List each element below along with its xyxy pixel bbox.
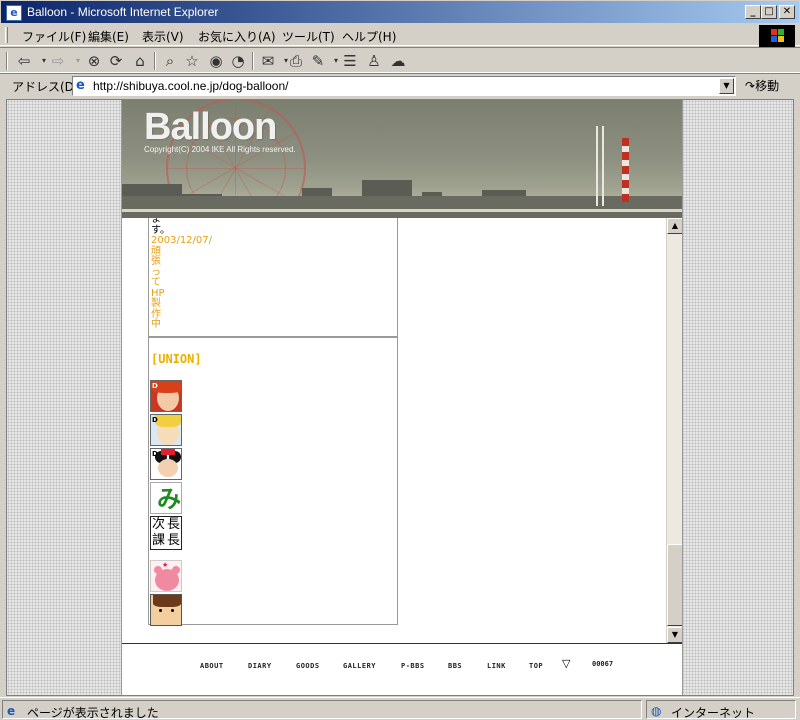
nav-top[interactable]: TOP bbox=[529, 662, 543, 670]
maximize-button[interactable]: □ bbox=[761, 5, 777, 19]
header-banner: Balloon Copyright(C) 2004 IKE All Rights… bbox=[122, 100, 682, 218]
scroll-up-icon[interactable]: ▲ bbox=[667, 218, 682, 234]
union-banner-6[interactable]: ★ bbox=[150, 560, 182, 592]
site-logo[interactable]: Balloon bbox=[144, 106, 277, 149]
edit-icon[interactable]: ✎ bbox=[308, 51, 328, 71]
scroll-thumb[interactable] bbox=[667, 544, 682, 626]
media-icon[interactable]: ◉ bbox=[206, 51, 226, 71]
sidebar-column: ま す。 2003/12/07/ 頑 張 っ て HP 製 作 中 [UNION… bbox=[148, 218, 398, 626]
menu-help[interactable]: ヘルプ(H) bbox=[342, 28, 396, 45]
address-bar: アドレス(D) e http://shibuya.cool.ne.jp/dog-… bbox=[0, 73, 800, 97]
history-icon[interactable]: ◔ bbox=[228, 51, 248, 71]
mail-icon[interactable]: ✉ bbox=[258, 51, 278, 71]
internet-zone-icon: ◍ bbox=[651, 704, 662, 718]
banner-text: 長 bbox=[167, 517, 181, 532]
page-done-icon: e bbox=[7, 704, 16, 718]
home-icon[interactable]: ⌂ bbox=[130, 51, 150, 71]
research-icon[interactable]: ☁ bbox=[388, 51, 408, 71]
union-banner-1[interactable]: D bbox=[150, 380, 182, 412]
status-pane-zone: ◍ インターネット bbox=[646, 700, 796, 720]
menu-view[interactable]: 表示(V) bbox=[142, 28, 184, 45]
back-icon[interactable]: ⇦ bbox=[14, 51, 34, 71]
zone-text: インターネット bbox=[671, 706, 756, 720]
address-input[interactable]: e http://shibuya.cool.ne.jp/dog-balloon/… bbox=[72, 76, 736, 96]
window-title-bar[interactable]: e Balloon - Microsoft Internet Explorer … bbox=[0, 0, 800, 24]
discuss-icon[interactable]: ☰ bbox=[340, 51, 360, 71]
page-icon: e bbox=[76, 78, 85, 93]
standard-toolbar: ⇦ ▾ ⇨ ▾ ⊗ ⟳ ⌂ ⌕ ☆ ◉ ◔ ✉ ▾ ⎙ ✎ ▾ ☰ ♙ ☁ bbox=[0, 47, 800, 73]
windows-logo-icon bbox=[759, 25, 795, 47]
stop-icon[interactable]: ⊗ bbox=[84, 51, 104, 71]
news-text-line: 作 bbox=[151, 308, 161, 320]
go-button[interactable]: ↷移動 bbox=[745, 77, 779, 94]
banner-text: 次 bbox=[152, 517, 166, 532]
menu-edit[interactable]: 編集(E) bbox=[88, 28, 129, 45]
union-box: [UNION] D D D み 次 長 課 長 ★ bbox=[148, 337, 398, 626]
nav-gallery[interactable]: GALLERY bbox=[343, 662, 376, 670]
status-bar: e ページが表示されました ◍ インターネット bbox=[0, 697, 800, 720]
news-text-line: 製 bbox=[151, 298, 161, 309]
ie-app-icon[interactable]: e bbox=[6, 5, 22, 21]
menu-favorites[interactable]: お気に入り(A) bbox=[198, 28, 276, 45]
banner-text: 課 bbox=[152, 533, 166, 548]
frame-scrollbar[interactable]: ▲ ▼ bbox=[666, 218, 682, 643]
status-text: ページが表示されました bbox=[27, 706, 159, 720]
news-box: ま す。 2003/12/07/ 頑 張 っ て HP 製 作 中 bbox=[148, 218, 398, 337]
visit-counter: 00067 bbox=[592, 660, 614, 668]
menu-bar: ファイル(F) 編集(E) 表示(V) お気に入り(A) ツール(T) ヘルプ(… bbox=[0, 24, 800, 46]
close-button[interactable]: ✕ bbox=[779, 5, 795, 19]
forward-icon[interactable]: ⇨ bbox=[48, 51, 68, 71]
minimize-button[interactable]: _ bbox=[745, 5, 761, 19]
dog-icon: ▽ bbox=[562, 657, 571, 670]
footer-nav: ABOUT DIARY GOODS GALLERY P-BBS BBS LINK… bbox=[122, 643, 682, 695]
nav-link[interactable]: LINK bbox=[487, 662, 506, 670]
search-icon[interactable]: ⌕ bbox=[160, 51, 180, 71]
union-banner-2[interactable]: D bbox=[150, 414, 182, 446]
news-text-line: 張 bbox=[151, 256, 161, 267]
banner-text: 長 bbox=[167, 533, 181, 548]
union-banner-7[interactable] bbox=[150, 594, 182, 626]
refresh-icon[interactable]: ⟳ bbox=[106, 51, 126, 71]
address-url[interactable]: http://shibuya.cool.ne.jp/dog-balloon/ bbox=[93, 79, 288, 93]
chimney-graphic bbox=[622, 138, 629, 202]
site-container: Balloon Copyright(C) 2004 IKE All Rights… bbox=[121, 100, 683, 695]
union-banner-4[interactable]: み bbox=[150, 482, 182, 514]
status-pane-main: e ページが表示されました bbox=[2, 700, 642, 720]
union-banner-5[interactable]: 次 長 課 長 bbox=[150, 516, 182, 550]
address-dropdown-icon[interactable]: ▼ bbox=[719, 78, 734, 94]
go-arrow-icon: ↷ bbox=[745, 79, 756, 93]
nav-bbs[interactable]: BBS bbox=[448, 662, 462, 670]
favorites-icon[interactable]: ☆ bbox=[182, 51, 202, 71]
address-label: アドレス(D) bbox=[12, 80, 79, 94]
print-icon[interactable]: ⎙ bbox=[286, 51, 306, 71]
go-label: 移動 bbox=[755, 79, 780, 93]
toolbar-separator bbox=[252, 52, 254, 70]
nav-about[interactable]: ABOUT bbox=[200, 662, 224, 670]
nav-p-bbs[interactable]: P-BBS bbox=[401, 662, 425, 670]
radio-tower-graphic bbox=[596, 126, 604, 206]
copyright-text: Copyright(C) 2004 IKE All Rights reserve… bbox=[144, 145, 296, 154]
news-text-line: 頑 bbox=[151, 245, 161, 257]
nav-goods[interactable]: GOODS bbox=[296, 662, 320, 670]
menu-tools[interactable]: ツール(T) bbox=[282, 28, 335, 45]
toolbar-separator bbox=[154, 52, 156, 70]
toolbar-grip bbox=[6, 52, 8, 70]
union-heading: [UNION] bbox=[151, 352, 202, 366]
news-text-line: 中 bbox=[151, 319, 161, 330]
news-text-line: HP bbox=[151, 287, 165, 299]
window-title: Balloon - Microsoft Internet Explorer bbox=[27, 5, 219, 19]
content-frame[interactable]: ま す。 2003/12/07/ 頑 張 っ て HP 製 作 中 [UNION… bbox=[122, 218, 682, 643]
menu-grip[interactable] bbox=[5, 27, 8, 43]
union-banner-3[interactable]: D bbox=[150, 448, 182, 480]
bridge-graphic bbox=[122, 209, 682, 212]
nav-diary[interactable]: DIARY bbox=[248, 662, 272, 670]
scroll-down-icon[interactable]: ▼ bbox=[667, 627, 682, 643]
menu-file[interactable]: ファイル(F) bbox=[22, 28, 86, 45]
news-text-line: て bbox=[151, 277, 161, 288]
news-text-line: っ bbox=[151, 266, 161, 278]
news-text-line: ま bbox=[151, 218, 161, 225]
browser-viewport[interactable]: Balloon Copyright(C) 2004 IKE All Rights… bbox=[6, 99, 794, 696]
messenger-icon[interactable]: ♙ bbox=[364, 51, 384, 71]
news-date: 2003/12/07/ bbox=[151, 235, 213, 246]
